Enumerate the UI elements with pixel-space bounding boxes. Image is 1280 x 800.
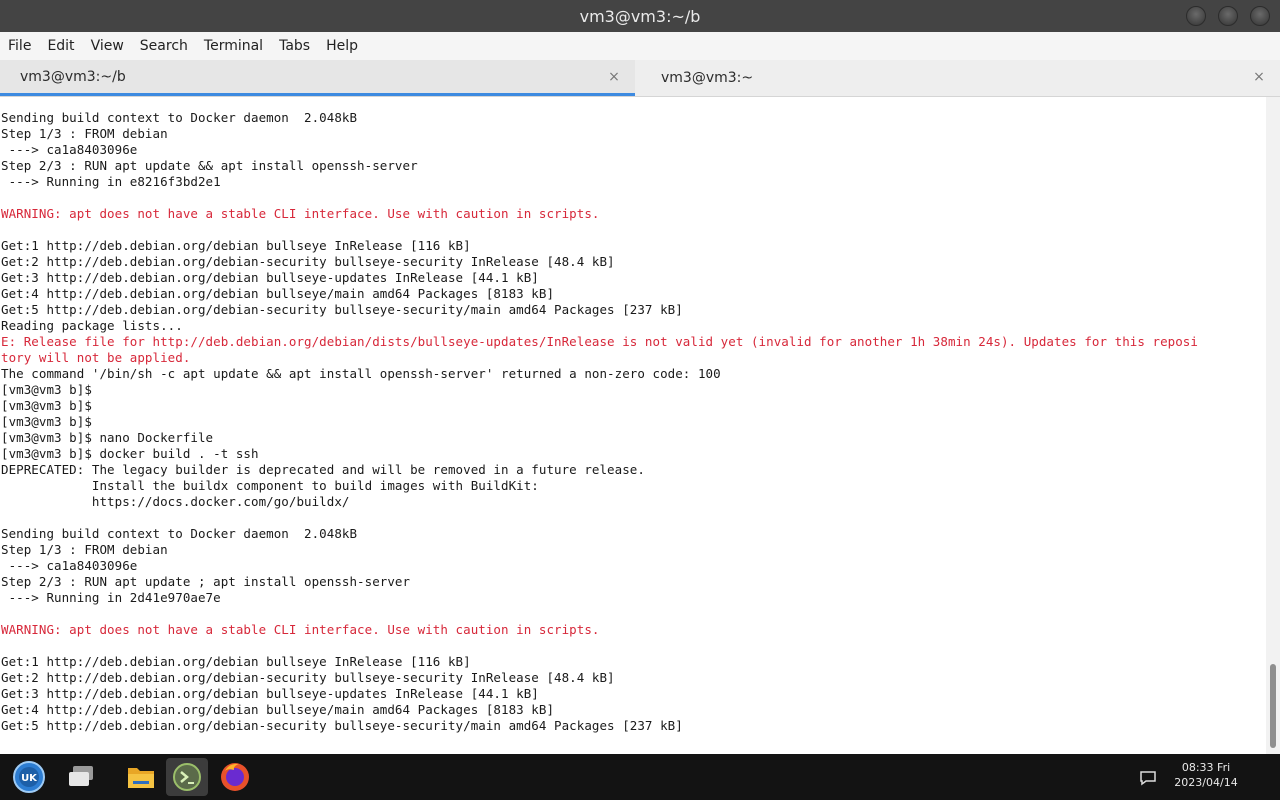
terminal-line: ---> Running in e8216f3bd2e1 (1, 174, 221, 189)
terminal-line: Get:3 http://deb.debian.org/debian bulls… (1, 270, 539, 285)
terminal-line: Get:5 http://deb.debian.org/debian-secur… (1, 718, 683, 733)
menu-view[interactable]: View (83, 38, 132, 54)
menu-bar: File Edit View Search Terminal Tabs Help (0, 32, 1280, 60)
tab-vm3-b[interactable]: vm3@vm3:~/b × (0, 60, 635, 96)
terminal-line: Get:4 http://deb.debian.org/debian bulls… (1, 702, 555, 717)
close-tab-icon[interactable]: × (607, 69, 621, 85)
close-tab-icon[interactable]: × (1252, 69, 1266, 85)
terminal-line: [vm3@vm3 b]$ (1, 414, 92, 429)
taskbar-clock[interactable]: 08:33 Fri 2023/04/14 (1166, 760, 1246, 790)
terminal-line: ---> ca1a8403096e (1, 558, 138, 573)
terminal-line: WARNING: apt does not have a stable CLI … (1, 206, 600, 221)
terminal-line: Sending build context to Docker daemon 2… (1, 526, 358, 541)
terminal-line: Step 2/3 : RUN apt update ; apt install … (1, 574, 411, 589)
terminal-line: Step 1/3 : FROM debian (1, 542, 168, 557)
terminal-app-icon[interactable] (166, 758, 208, 796)
terminal-scrollbar[interactable] (1266, 97, 1280, 754)
maximize-button[interactable] (1218, 6, 1238, 26)
terminal-line: Get:1 http://deb.debian.org/debian bulls… (1, 238, 471, 253)
tab-label: vm3@vm3:~ (661, 70, 754, 86)
menu-file[interactable]: File (0, 38, 39, 54)
terminal-line: Get:3 http://deb.debian.org/debian bulls… (1, 686, 539, 701)
scrollbar-thumb[interactable] (1270, 664, 1276, 748)
show-desktop-icon[interactable] (60, 758, 102, 796)
menu-edit[interactable]: Edit (39, 38, 82, 54)
notification-icon[interactable] (1138, 768, 1158, 788)
terminal-line: [vm3@vm3 b]$ (1, 398, 92, 413)
terminal-line: The command '/bin/sh -c apt update && ap… (1, 366, 721, 381)
close-window-button[interactable] (1250, 6, 1270, 26)
terminal-output[interactable]: Sending build context to Docker daemon 2… (0, 97, 1266, 754)
terminal-line: Step 2/3 : RUN apt update && apt install… (1, 158, 418, 173)
menu-help[interactable]: Help (318, 38, 366, 54)
menu-search[interactable]: Search (132, 38, 196, 54)
terminal-line: Get:2 http://deb.debian.org/debian-secur… (1, 670, 615, 685)
taskbar: UK 08:33 Fri 2023/04/14 (0, 754, 1280, 800)
menu-tabs[interactable]: Tabs (271, 38, 318, 54)
terminal-line: https://docs.docker.com/go/buildx/ (1, 494, 350, 509)
minimize-button[interactable] (1186, 6, 1206, 26)
terminal-line: Get:4 http://deb.debian.org/debian bulls… (1, 286, 555, 301)
terminal-line: ---> ca1a8403096e (1, 142, 138, 157)
terminal-line: Reading package lists... (1, 318, 183, 333)
terminal-line: DEPRECATED: The legacy builder is deprec… (1, 462, 645, 477)
clock-time: 08:33 Fri (1181, 761, 1231, 774)
clock-date: 2023/04/14 (1174, 776, 1238, 789)
terminal-line: Get:5 http://deb.debian.org/debian-secur… (1, 302, 683, 317)
terminal-line: tory will not be applied. (1, 350, 191, 365)
terminal-line: [vm3@vm3 b]$ (1, 382, 92, 397)
tab-bar: vm3@vm3:~/b × vm3@vm3:~ × (0, 60, 1280, 97)
file-manager-icon[interactable] (120, 758, 162, 796)
start-menu-icon[interactable]: UK (8, 758, 50, 796)
firefox-icon[interactable] (214, 758, 256, 796)
terminal-line: Sending build context to Docker daemon 2… (1, 110, 358, 125)
terminal-line: [vm3@vm3 b]$ nano Dockerfile (1, 430, 214, 445)
terminal-line: E: Release file for http://deb.debian.or… (1, 334, 1198, 349)
terminal-line: Step 1/3 : FROM debian (1, 126, 168, 141)
window-title: vm3@vm3:~/b (579, 6, 701, 26)
terminal-line: Get:1 http://deb.debian.org/debian bulls… (1, 654, 471, 669)
terminal-line: Install the buildx component to build im… (1, 478, 539, 493)
terminal-line: ---> Running in 2d41e970ae7e (1, 590, 221, 605)
menu-terminal[interactable]: Terminal (196, 38, 271, 54)
terminal-line: [vm3@vm3 b]$ docker build . -t ssh (1, 446, 259, 461)
terminal-line: WARNING: apt does not have a stable CLI … (1, 622, 600, 637)
svg-text:UK: UK (21, 773, 38, 784)
window-controls (1186, 6, 1270, 26)
tab-vm3-home[interactable]: vm3@vm3:~ × (635, 60, 1280, 96)
tab-label: vm3@vm3:~/b (20, 68, 126, 85)
terminal-line: Get:2 http://deb.debian.org/debian-secur… (1, 254, 615, 269)
window-titlebar[interactable]: vm3@vm3:~/b (0, 0, 1280, 32)
